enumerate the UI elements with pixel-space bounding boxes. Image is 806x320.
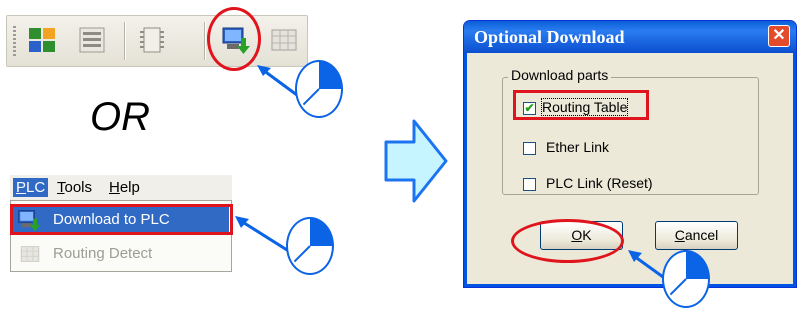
menu-plc[interactable]: PLC xyxy=(13,178,49,197)
pie-pointer-icon xyxy=(662,250,710,308)
close-icon: ✕ xyxy=(772,27,786,44)
group-label: Download parts xyxy=(508,67,612,83)
toolbar-grip[interactable] xyxy=(13,26,16,56)
ether-link-checkbox[interactable] xyxy=(523,142,536,155)
or-label: OR xyxy=(90,95,150,139)
routing-grid-icon[interactable] xyxy=(269,25,299,55)
cancel-button[interactable]: Cancel xyxy=(655,221,738,250)
toolbar-separator xyxy=(204,22,205,60)
close-button[interactable]: ✕ xyxy=(768,25,790,47)
menu-help[interactable]: Help xyxy=(106,178,143,197)
plc-link-reset-label[interactable]: PLC Link (Reset) xyxy=(546,175,653,191)
chip-icon[interactable] xyxy=(137,25,167,55)
toolbar xyxy=(6,15,308,67)
routing-grid-icon xyxy=(20,246,40,262)
dialog-title-bar[interactable]: Optional Download ✕ xyxy=(464,21,796,53)
ok-highlight-ring xyxy=(511,219,624,263)
dialog-title: Optional Download xyxy=(474,27,625,47)
menu-highlight-box xyxy=(10,204,233,235)
menu-bar: PLC Tools Help xyxy=(10,175,232,200)
ether-link-label[interactable]: Ether Link xyxy=(546,139,609,155)
routing-table-highlight-box xyxy=(513,90,649,120)
menu-item-label: Routing Detect xyxy=(53,245,153,262)
pie-pointer-icon xyxy=(286,217,334,275)
right-arrow-icon xyxy=(384,119,448,203)
grid-color-icon[interactable] xyxy=(27,25,57,55)
toolbar-separator xyxy=(124,22,125,60)
list-icon[interactable] xyxy=(77,25,107,55)
menu-item-routing-detect: Routing Detect xyxy=(13,239,229,269)
plc-link-reset-checkbox[interactable] xyxy=(523,178,536,191)
menu-tools[interactable]: Tools xyxy=(54,178,95,197)
toolbar-highlight-ring xyxy=(207,7,261,71)
pie-pointer-icon xyxy=(295,60,343,118)
